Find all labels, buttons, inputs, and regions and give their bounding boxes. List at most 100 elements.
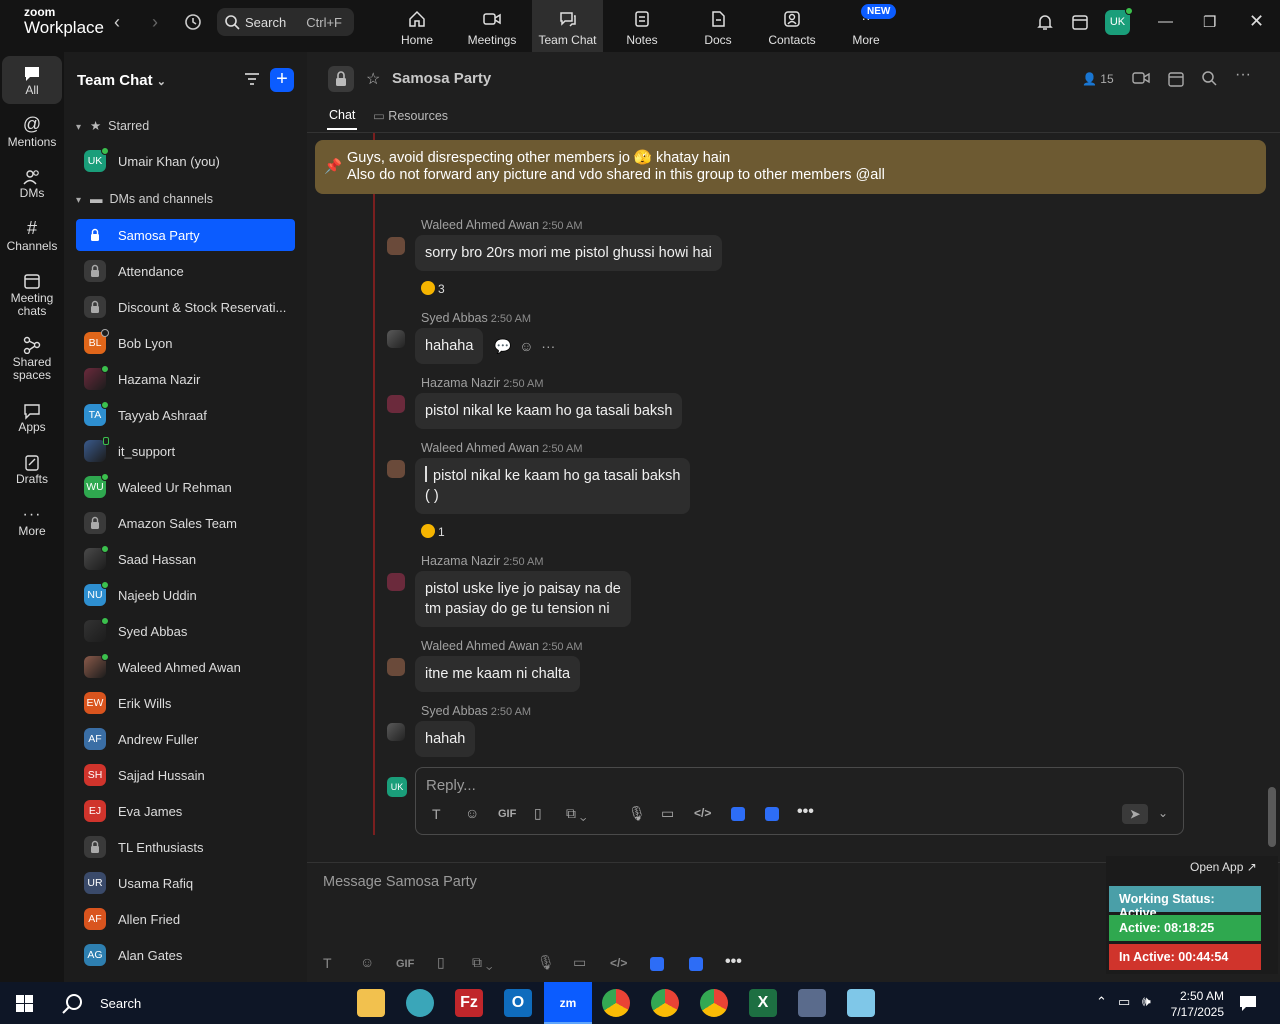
sidebar-item[interactable]: Attendance: [76, 255, 295, 287]
rail-channels[interactable]: # Channels: [2, 218, 62, 253]
history-icon[interactable]: [183, 12, 203, 32]
volume-icon[interactable]: 🕪: [1142, 993, 1151, 1010]
microphone-icon[interactable]: 🎙: [537, 954, 555, 971]
format-text-icon[interactable]: T: [323, 955, 332, 971]
code-icon[interactable]: </>: [610, 956, 627, 970]
avatar[interactable]: [387, 460, 405, 478]
video-message-icon[interactable]: ▭: [661, 805, 674, 822]
user-avatar[interactable]: UK: [1105, 7, 1133, 35]
video-message-icon[interactable]: ▭: [573, 954, 586, 971]
sidebar-item[interactable]: EJ Eva James: [76, 795, 295, 827]
tab-chat[interactable]: Chat: [329, 108, 355, 122]
sidebar-item[interactable]: SH Sajjad Hussain: [76, 759, 295, 791]
close-icon[interactable]: ✕: [1249, 11, 1264, 32]
taskbar-search[interactable]: Search: [100, 996, 141, 1011]
file-icon[interactable]: ▯: [437, 954, 445, 971]
restore-icon[interactable]: ❐: [1203, 13, 1216, 31]
message-bubble[interactable]: pistol nikal ke kaam ho ga tasali baksh: [415, 393, 683, 429]
message-sender[interactable]: Waleed Ahmed Awan 2:50 AM: [421, 639, 583, 653]
sidebar-item[interactable]: AF Andrew Fuller: [76, 723, 295, 755]
sidebar-item[interactable]: TL Enthusiasts: [76, 831, 295, 863]
avatar[interactable]: [387, 330, 405, 348]
message-sender[interactable]: Syed Abbas 2:50 AM: [421, 311, 531, 325]
reaction[interactable]: 3: [421, 281, 445, 296]
sidebar-item[interactable]: Waleed Ahmed Awan: [76, 651, 295, 683]
code-icon[interactable]: </>: [694, 806, 711, 820]
bell-icon[interactable]: [1036, 13, 1054, 31]
nav-notes[interactable]: Notes: [612, 0, 672, 52]
avatar[interactable]: [387, 723, 405, 741]
avatar[interactable]: [387, 237, 405, 255]
app-icon-1[interactable]: [650, 957, 664, 974]
emoji-icon[interactable]: ☺: [465, 805, 479, 821]
send-icon[interactable]: ➤: [1122, 804, 1148, 824]
toolbar-more-icon[interactable]: •••: [797, 803, 814, 821]
chat-scrollbar[interactable]: [1268, 787, 1276, 847]
calculator-icon[interactable]: [798, 989, 826, 1017]
message-bubble[interactable]: sorry bro 20rs mori me pistol ghussi how…: [415, 235, 722, 271]
reply-thread-icon[interactable]: 💬: [494, 338, 511, 354]
filter-icon[interactable]: [244, 72, 260, 86]
outlook-icon[interactable]: O: [504, 989, 532, 1017]
message-bubble[interactable]: hahaha: [415, 328, 484, 364]
calendar-widget-icon[interactable]: [1071, 13, 1089, 31]
chrome-icon[interactable]: [700, 989, 728, 1017]
filezilla-icon[interactable]: Fz: [455, 989, 483, 1017]
app-icon-2[interactable]: [765, 807, 779, 824]
send-options-icon[interactable]: ⌄: [1158, 806, 1168, 820]
rail-more[interactable]: ··· More: [2, 506, 62, 538]
schedule-icon[interactable]: [1167, 70, 1185, 88]
app-icon-1[interactable]: [731, 807, 745, 824]
starred-section[interactable]: ▾ ★ Starred: [76, 118, 149, 133]
rail-mentions[interactable]: @ Mentions: [2, 114, 62, 149]
sidebar-item[interactable]: Discount & Stock Reservati...: [76, 291, 295, 323]
message-sender[interactable]: Hazama Nazir 2:50 AM: [421, 376, 544, 390]
gif-icon[interactable]: GIF: [396, 958, 414, 970]
sidebar-item[interactable]: Saad Hassan: [76, 543, 295, 575]
open-app-link[interactable]: Open App ↗: [1190, 860, 1257, 874]
app-icon-2[interactable]: [689, 957, 703, 974]
channel-more-icon[interactable]: ···: [1235, 66, 1251, 84]
file-explorer-icon[interactable]: [357, 989, 385, 1017]
message-input[interactable]: Message Samosa Party: [323, 874, 477, 890]
nav-home[interactable]: Home: [387, 0, 447, 52]
message-bubble[interactable]: pistol nikal ke kaam ho ga tasali baksh …: [415, 458, 691, 514]
minimize-icon[interactable]: —: [1158, 13, 1173, 30]
new-chat-button[interactable]: +: [270, 68, 294, 92]
forward-arrow-icon[interactable]: ›: [152, 12, 158, 33]
star-outline-icon[interactable]: ☆: [366, 69, 380, 89]
sidebar-item[interactable]: NU Najeeb Uddin: [76, 579, 295, 611]
file-icon[interactable]: ▯: [534, 805, 542, 822]
nav-docs[interactable]: Docs: [688, 0, 748, 52]
pinned-message[interactable]: 📌 Guys, avoid disrespecting other member…: [315, 140, 1266, 194]
reaction[interactable]: 1: [421, 524, 445, 539]
sidebar-item[interactable]: Hazama Nazir: [76, 363, 295, 395]
notification-icon[interactable]: [1239, 995, 1257, 1012]
sidebar-item[interactable]: Samosa Party: [76, 219, 295, 251]
zoom-taskbar-icon[interactable]: zm: [544, 982, 592, 1024]
avatar[interactable]: [387, 573, 405, 591]
member-count[interactable]: 👤 15: [1082, 72, 1114, 86]
back-arrow-icon[interactable]: ‹: [114, 12, 120, 33]
sidebar-item[interactable]: BL Bob Lyon: [76, 327, 295, 359]
avatar[interactable]: [387, 395, 405, 413]
gif-icon[interactable]: GIF: [498, 808, 516, 820]
search-box[interactable]: Search Ctrl+F: [217, 8, 354, 36]
avatar[interactable]: [387, 658, 405, 676]
message-sender[interactable]: Syed Abbas 2:50 AM: [421, 704, 531, 718]
rail-dms[interactable]: DMs: [2, 168, 62, 200]
sidebar-item[interactable]: UR Usama Rafiq: [76, 867, 295, 899]
sidebar-item[interactable]: Syed Abbas: [76, 615, 295, 647]
message-sender[interactable]: Hazama Nazir 2:50 AM: [421, 554, 544, 568]
taskbar-search-icon[interactable]: [62, 993, 84, 1015]
nav-contacts[interactable]: Contacts: [762, 0, 822, 52]
excel-icon[interactable]: X: [749, 989, 777, 1017]
rail-apps[interactable]: Apps: [2, 402, 62, 434]
message-sender[interactable]: Waleed Ahmed Awan 2:50 AM: [421, 218, 583, 232]
windows-start-icon[interactable]: [16, 995, 33, 1012]
sidebar-title[interactable]: Team Chat ⌄: [77, 72, 166, 89]
nav-meetings[interactable]: Meetings: [462, 0, 522, 52]
message-bubble[interactable]: hahah: [415, 721, 476, 757]
sidebar-item[interactable]: Amazon Sales Team: [76, 507, 295, 539]
tray-chevron-icon[interactable]: ⌃: [1096, 994, 1107, 1010]
